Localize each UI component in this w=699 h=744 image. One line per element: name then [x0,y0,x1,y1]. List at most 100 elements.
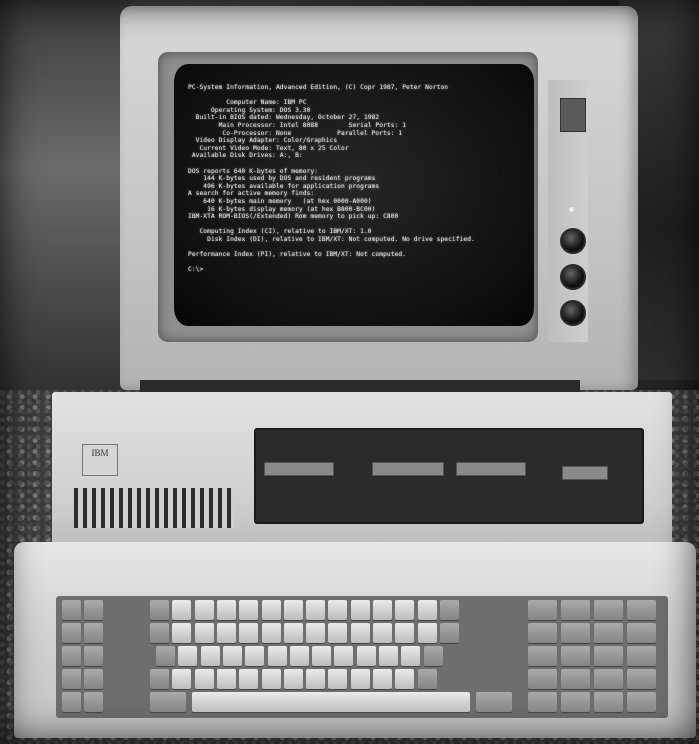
keyboard-key[interactable] [216,669,236,689]
keyboard-key[interactable] [328,600,348,620]
floppy-slot-b-right[interactable] [562,466,608,480]
keyboard-key[interactable] [528,600,557,620]
keyboard-key[interactable] [156,646,175,666]
keyboard-key[interactable] [561,692,590,712]
keyboard-key[interactable] [395,600,415,620]
keyboard-key[interactable] [379,646,398,666]
keyboard-key[interactable] [62,669,81,689]
keyboard-key[interactable] [528,669,557,689]
keyboard-key[interactable] [222,646,242,666]
keyboard-key[interactable] [350,669,370,689]
keyboard-key[interactable] [239,623,259,643]
keyboard-key[interactable] [62,646,81,666]
keyboard-key[interactable] [528,623,557,643]
keyboard-key[interactable] [261,623,281,643]
keyboard-key[interactable] [194,623,214,643]
keyboard-key[interactable] [528,646,557,666]
keyboard-key[interactable] [439,623,459,643]
keyboard-key[interactable] [261,669,281,689]
screen-line: PC-System Information, Advanced Edition,… [188,84,449,91]
contrast-knob[interactable] [560,264,586,290]
keyboard-key[interactable] [594,669,623,689]
screen-line: 16 K-bytes display memory (at hex B800-B… [188,205,376,213]
screen-line: C:\> [188,266,204,274]
keyboard-key[interactable] [594,600,623,620]
keyboard-key[interactable] [306,669,326,689]
keyboard-key[interactable] [84,669,103,689]
keyboard-key[interactable] [216,623,236,643]
keyboard-key[interactable] [334,646,354,666]
keyboard-key[interactable] [373,600,392,620]
keyboard-key[interactable] [423,646,443,666]
keyboard-key[interactable] [84,600,103,620]
keyboard-key[interactable] [627,669,656,689]
floppy-slot-a-right[interactable] [372,462,444,476]
keyboard-key[interactable] [239,600,259,620]
keyboard-key[interactable] [417,669,437,689]
keyboard-key[interactable] [62,692,81,712]
keyboard-key[interactable] [561,600,590,620]
keyboard-key[interactable] [192,692,470,712]
keyboard-key[interactable] [150,692,186,712]
keyboard-key[interactable] [356,646,376,666]
keyboard-key[interactable] [395,623,415,643]
keyboard-key[interactable] [350,600,370,620]
keyboard-key[interactable] [239,669,259,689]
keyboard-key[interactable] [62,600,81,620]
screen-line: DOS reports 640 K-bytes of memory: [188,167,319,175]
keyboard-key[interactable] [561,669,590,689]
keyboard-key[interactable] [150,600,169,620]
keyboard-key[interactable] [594,692,623,712]
keyboard-key[interactable] [84,646,103,666]
keyboard-key[interactable] [306,623,326,643]
keyboard-key[interactable] [417,600,437,620]
keyboard-key[interactable] [328,669,348,689]
keyboard-key[interactable] [84,623,103,643]
keyboard-key[interactable] [172,600,192,620]
background-wall [0,0,130,420]
brightness-knob[interactable] [560,228,586,254]
keyboard-key[interactable] [283,669,303,689]
keyboard-key[interactable] [528,692,557,712]
keyboard-key[interactable] [561,623,590,643]
floppy-slot-a-left[interactable] [264,462,334,476]
keyboard-key[interactable] [373,623,392,643]
keyboard-key[interactable] [439,600,459,620]
keyboard-key[interactable] [267,646,287,666]
screen-line: A search for active memory finds: [188,190,315,198]
keyboard-key[interactable] [306,600,326,620]
keyboard-key[interactable] [194,669,214,689]
keyboard-key[interactable] [283,623,303,643]
keyboard-key[interactable] [84,692,103,712]
keyboard-key[interactable] [312,646,332,666]
keyboard-key[interactable] [216,600,236,620]
keyboard-key[interactable] [283,600,303,620]
keyboard-key[interactable] [627,600,656,620]
power-knob[interactable] [560,300,586,326]
keyboard-key[interactable] [594,623,623,643]
keyboard-key[interactable] [594,646,623,666]
keyboard-key[interactable] [328,623,348,643]
keyboard-key[interactable] [401,646,421,666]
keyboard-key[interactable] [178,646,198,666]
keyboard-key[interactable] [627,623,656,643]
floppy-slot-b-left[interactable] [456,462,526,476]
keyboard-key[interactable] [245,646,265,666]
keyboard-key[interactable] [417,623,437,643]
keyboard-key[interactable] [194,600,214,620]
keyboard-key[interactable] [476,692,512,712]
keyboard-key[interactable] [200,646,220,666]
keyboard-key[interactable] [62,623,81,643]
keyboard-key[interactable] [172,623,192,643]
keyboard-key[interactable] [150,669,169,689]
keyboard-key[interactable] [172,669,192,689]
keyboard-key[interactable] [395,669,415,689]
keyboard-key[interactable] [627,692,656,712]
keyboard-key[interactable] [150,623,169,643]
keyboard-key[interactable] [561,646,590,666]
keyboard-key[interactable] [373,669,392,689]
keyboard-key[interactable] [261,600,281,620]
keyboard-key[interactable] [350,623,370,643]
keyboard-key[interactable] [289,646,309,666]
keyboard-key[interactable] [627,646,656,666]
